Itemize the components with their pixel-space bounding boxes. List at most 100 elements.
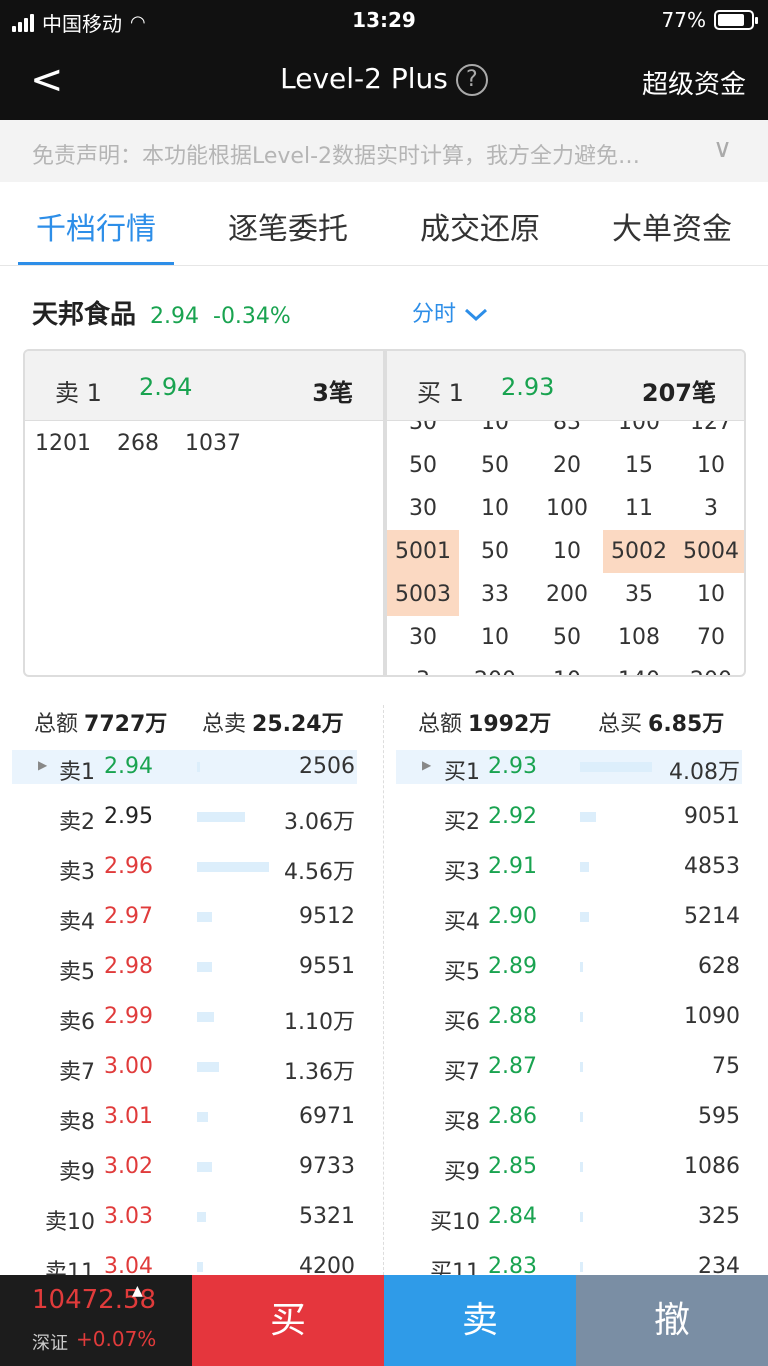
buy1-order: 100 xyxy=(618,421,660,435)
buy-depth-row[interactable]: 买7 2.87 75 xyxy=(396,1050,742,1085)
sell-depth-row[interactable]: 卖6 2.99 1.10万 xyxy=(12,1000,357,1035)
buy-depth-row[interactable]: 买10 2.84 325 xyxy=(396,1200,742,1235)
sell-button[interactable]: 卖 xyxy=(384,1275,576,1366)
page-title-text: Level-2 Plus xyxy=(280,62,448,95)
buy1-order-grid[interactable]: 30 10 83 100 127 50 50 20 15 10 30 10 100 11 3 5001 50 10… xyxy=(387,421,744,675)
sell-depth-row[interactable]: 卖5 2.98 9551 xyxy=(12,950,357,985)
sell-total-amount-label: 总额 xyxy=(34,712,79,737)
sell1-order: 268 xyxy=(117,431,159,456)
buy1-order: 5001 xyxy=(387,530,459,573)
tab-depth-quotes[interactable]: 千档行情 xyxy=(0,204,192,248)
buy-level-volume: 325 xyxy=(698,1204,740,1229)
buy-depth-row[interactable]: 买9 2.85 1086 xyxy=(396,1150,742,1185)
buy1-order: 3 xyxy=(704,496,718,521)
buy-level-volume: 4.08万 xyxy=(669,760,740,785)
sell1-count: 3笔 xyxy=(312,379,353,407)
buy-level-volume: 5214 xyxy=(684,904,740,929)
bottom-trade-bar: 10472.58 ▲ 深证 +0.07% 买 卖 撤 xyxy=(0,1275,768,1366)
sell1-order-list: 1201 268 1037 xyxy=(35,431,241,456)
disclaimer-banner[interactable]: 免责声明：本功能根据Level-2数据实时计算，我方全力避免… ∨ xyxy=(0,120,768,182)
buy-depth-row[interactable]: 买8 2.86 595 xyxy=(396,1100,742,1135)
cancel-order-button[interactable]: 撤 xyxy=(576,1275,768,1366)
sell-volume-bar xyxy=(197,1112,208,1122)
buy-depth-row[interactable]: 买4 2.90 5214 xyxy=(396,900,742,935)
super-funds-button[interactable]: 超级资金 xyxy=(642,64,746,101)
buy-button[interactable]: 买 xyxy=(192,1275,384,1366)
sell-total-value: 25.24万 xyxy=(252,712,344,737)
sell-depth-row[interactable]: 卖3 2.96 4.56万 xyxy=(12,850,357,885)
battery-icon xyxy=(714,10,758,30)
buy-depth-row[interactable]: 买5 2.89 628 xyxy=(396,950,742,985)
sell-level-label: 卖1 xyxy=(59,760,95,785)
buy-level-label: 买6 xyxy=(444,1010,480,1035)
sell-level-label: 卖2 xyxy=(59,810,95,835)
buy-level-price: 2.93 xyxy=(488,754,537,779)
sell-level-label: 卖6 xyxy=(59,1010,95,1035)
sell-depth-row[interactable]: 卖10 3.03 5321 xyxy=(12,1200,357,1235)
buy-depth-row[interactable]: 买3 2.91 4853 xyxy=(396,850,742,885)
buy1-order: 11 xyxy=(625,496,653,521)
sell1-order: 1037 xyxy=(185,431,241,456)
sell-depth-row[interactable]: 卖8 3.01 6971 xyxy=(12,1100,357,1135)
buy1-order-row: 5003 33 200 35 10 xyxy=(387,573,744,616)
buy-depth-row[interactable]: 买2 2.92 9051 xyxy=(396,800,742,835)
buy-level-price: 2.88 xyxy=(488,1004,537,1029)
buy1-order: 10 xyxy=(697,453,725,478)
help-icon[interactable]: ? xyxy=(455,64,488,96)
chevron-down-icon xyxy=(463,302,489,327)
buy1-order: 127 xyxy=(690,421,732,435)
timeshare-dropdown[interactable]: 分时 xyxy=(412,296,489,328)
sell-level-volume: 1.10万 xyxy=(284,1010,355,1035)
buy-total-amount-label: 总额 xyxy=(418,712,463,737)
buy-depth-row[interactable]: ▶ 买1 2.93 4.08万 xyxy=(396,750,742,785)
sell-level-volume: 9733 xyxy=(299,1154,355,1179)
sell-depth-row[interactable]: 卖9 3.02 9733 xyxy=(12,1150,357,1185)
buy-level-label: 买7 xyxy=(444,1060,480,1085)
sell-level-volume: 2506 xyxy=(299,754,355,779)
stock-name: 天邦食品 xyxy=(32,300,137,330)
sell-level-label: 卖3 xyxy=(59,860,95,885)
sell-level-label: 卖7 xyxy=(59,1060,95,1085)
buy-depth-row[interactable]: 买6 2.88 1090 xyxy=(396,1000,742,1035)
buy1-order: 10 xyxy=(531,659,603,675)
sell-total: 总卖 25.24万 xyxy=(202,706,344,738)
sell-level-volume: 1.36万 xyxy=(284,1060,355,1085)
nav-bar: < Level-2 Plus? 超级资金 xyxy=(0,40,768,120)
buy-depth-row[interactable]: 买11 2.83 234 xyxy=(396,1250,742,1275)
index-change: +0.07% xyxy=(76,1327,157,1351)
sell-depth-row[interactable]: ▶ 卖1 2.94 2506 xyxy=(12,750,357,785)
sell-total-amount: 总额 7727万 xyxy=(34,706,167,738)
sell-level-volume: 4.56万 xyxy=(284,860,355,885)
buy-volume-bar xyxy=(580,1162,583,1172)
buy1-count: 207笔 xyxy=(641,379,716,407)
buy-volume-bar xyxy=(580,1012,583,1022)
tab-order-by-order[interactable]: 逐笔委托 xyxy=(192,204,384,248)
battery-percent: 77% xyxy=(661,8,706,32)
buy-level-label: 买1 xyxy=(444,760,480,785)
buy-volume-bar xyxy=(580,1062,583,1072)
buy-level-label: 买4 xyxy=(444,910,480,935)
selected-arrow-icon: ▶ xyxy=(38,758,48,772)
buy-level-volume: 4853 xyxy=(684,854,740,879)
active-tab-indicator xyxy=(18,262,174,265)
buy1-order: 70 xyxy=(697,625,725,650)
sell-level-price: 2.99 xyxy=(104,1004,153,1029)
sell-depth-row[interactable]: 卖7 3.00 1.36万 xyxy=(12,1050,357,1085)
sell-level-label: 卖9 xyxy=(59,1160,95,1185)
buy1-order: 30 xyxy=(409,421,437,435)
sell1-order: 1201 xyxy=(35,431,91,456)
buy1-price: 2.93 xyxy=(501,373,555,401)
tab-big-order-funds[interactable]: 大单资金 xyxy=(576,204,768,248)
sell-depth-row[interactable]: 卖2 2.95 3.06万 xyxy=(12,800,357,835)
sell-depth-row[interactable]: 卖11 3.04 4200 xyxy=(12,1250,357,1275)
tab-trade-restore[interactable]: 成交还原 xyxy=(384,204,576,248)
sell-volume-bar xyxy=(197,1262,203,1272)
sell-level-price: 2.98 xyxy=(104,954,153,979)
sell-depth-row[interactable]: 卖4 2.97 9512 xyxy=(12,900,357,935)
sell-level-price: 3.04 xyxy=(104,1254,153,1275)
index-ticker[interactable]: 10472.58 ▲ 深证 +0.07% xyxy=(0,1275,192,1366)
buy1-order: 83 xyxy=(553,421,581,435)
buy-volume-bar xyxy=(580,1112,583,1122)
buy1-label: 买 1 xyxy=(417,379,464,407)
chevron-down-icon[interactable]: ∨ xyxy=(713,134,732,164)
